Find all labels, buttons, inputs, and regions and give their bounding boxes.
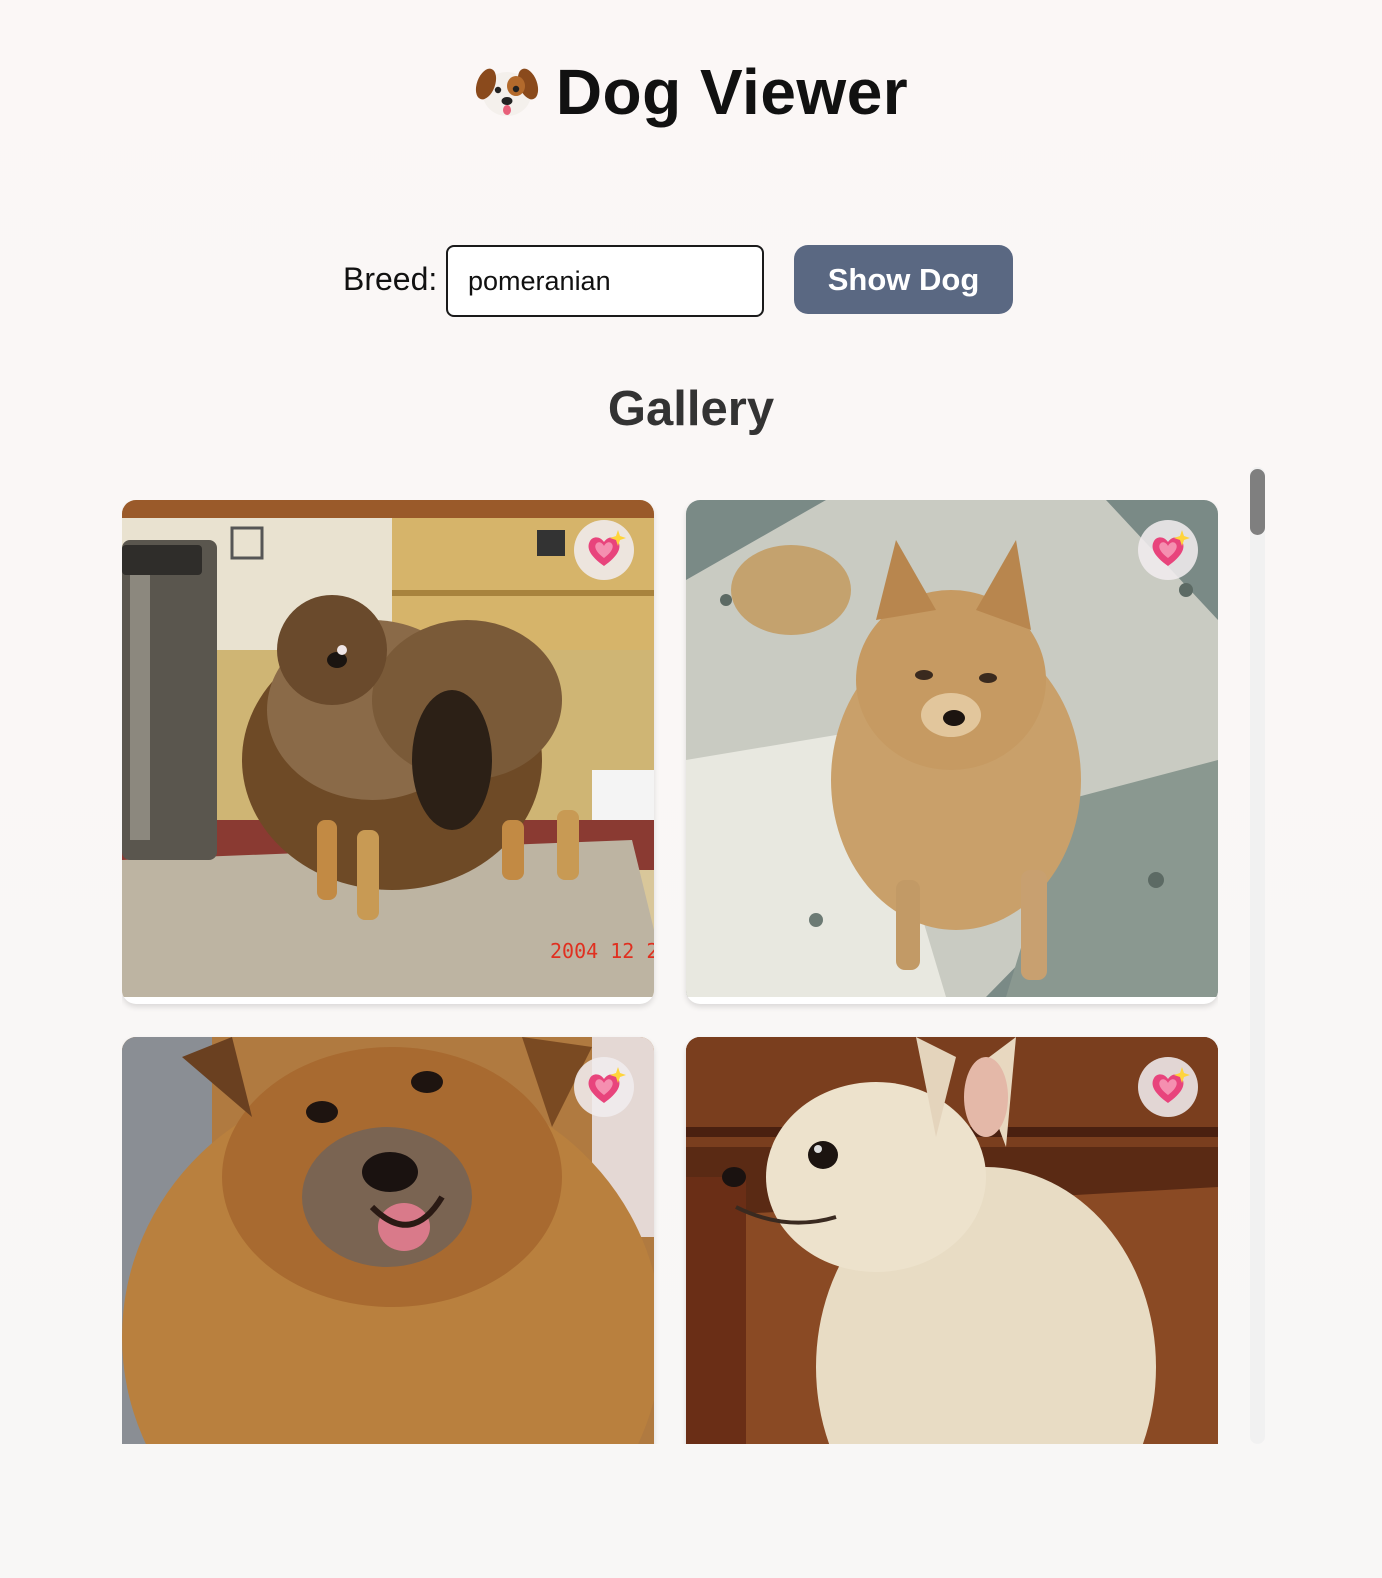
gallery-card [686, 500, 1218, 1004]
favorite-button[interactable] [574, 1057, 634, 1117]
page-title: Dog Viewer [0, 52, 1382, 132]
dog-photo [686, 500, 1218, 997]
show-dog-button[interactable]: Show Dog [794, 245, 1013, 314]
scrollbar-thumb[interactable] [1250, 469, 1265, 535]
gallery-card: 2004 12 2 [122, 500, 654, 1004]
gallery-heading: Gallery [607, 382, 775, 436]
favorite-button[interactable] [574, 520, 634, 580]
gallery-scrollbar[interactable] [1250, 467, 1265, 1444]
dog-photo [122, 1037, 654, 1444]
breed-input[interactable] [446, 245, 764, 317]
page-title-text: Dog Viewer [555, 56, 909, 128]
sparkling-heart-icon [588, 530, 626, 566]
breed-label: Breed: [343, 261, 438, 297]
sparkling-heart-icon [1152, 530, 1190, 566]
sparkling-heart-icon [1152, 1067, 1190, 1103]
favorite-button[interactable] [1138, 1057, 1198, 1117]
dog-photo: 2004 12 2 [122, 500, 654, 997]
photo-date-stamp: 2004 12 2 [550, 939, 654, 963]
sparkling-heart-icon [588, 1067, 626, 1103]
dog-face-icon [474, 58, 540, 124]
dog-photo [686, 1037, 1218, 1444]
gallery-grid[interactable]: 2004 12 2 [122, 500, 1218, 1444]
breed-form: Breed: Show Dog [0, 245, 1382, 319]
favorite-button[interactable] [1138, 520, 1198, 580]
gallery-card [686, 1037, 1218, 1444]
gallery-card [122, 1037, 654, 1444]
